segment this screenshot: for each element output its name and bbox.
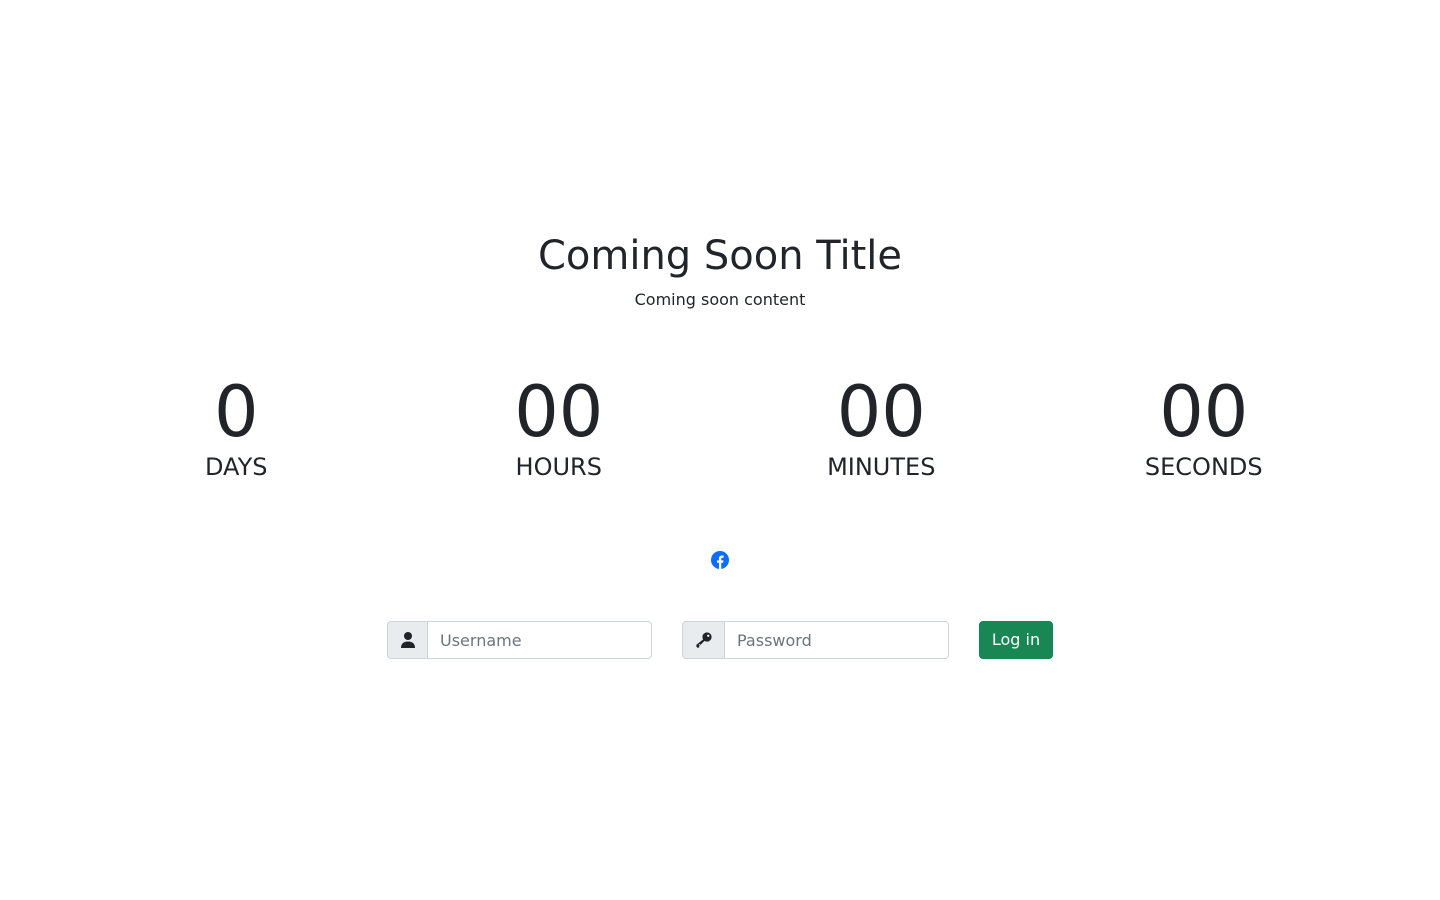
countdown-timer: 0 DAYS 00 HOURS 00 MINUTES 00 SECONDS (75, 372, 1365, 482)
username-addon (387, 621, 427, 659)
countdown-minutes-value: 00 (836, 371, 926, 453)
username-group (387, 621, 652, 659)
countdown-days: 0 DAYS (75, 372, 398, 482)
coming-soon-page: Coming Soon Title Coming soon content 0 … (0, 0, 1440, 900)
countdown-days-label: DAYS (204, 453, 268, 481)
countdown-hours: 00 HOURS (398, 372, 721, 482)
login-form: Log in (387, 621, 1053, 659)
password-input[interactable] (724, 621, 949, 659)
username-input[interactable] (427, 621, 652, 659)
password-group (682, 621, 949, 659)
countdown-minutes-label: MINUTES (827, 453, 936, 481)
countdown-hours-value: 00 (514, 371, 604, 453)
user-icon (400, 632, 415, 648)
countdown-seconds-label: SECONDS (1144, 453, 1263, 481)
page-subtitle: Coming soon content (634, 290, 806, 309)
countdown-seconds-value: 00 (1159, 371, 1249, 453)
password-addon (682, 621, 724, 659)
page-title: Coming Soon Title (537, 233, 903, 279)
countdown-hours-label: HOURS (515, 453, 602, 481)
key-icon (695, 632, 712, 648)
login-button[interactable]: Log in (979, 621, 1053, 659)
countdown-minutes: 00 MINUTES (720, 372, 1043, 482)
countdown-seconds: 00 SECONDS (1043, 372, 1366, 482)
facebook-icon (711, 551, 729, 569)
countdown-days-value: 0 (213, 371, 259, 453)
facebook-link[interactable] (711, 551, 729, 569)
